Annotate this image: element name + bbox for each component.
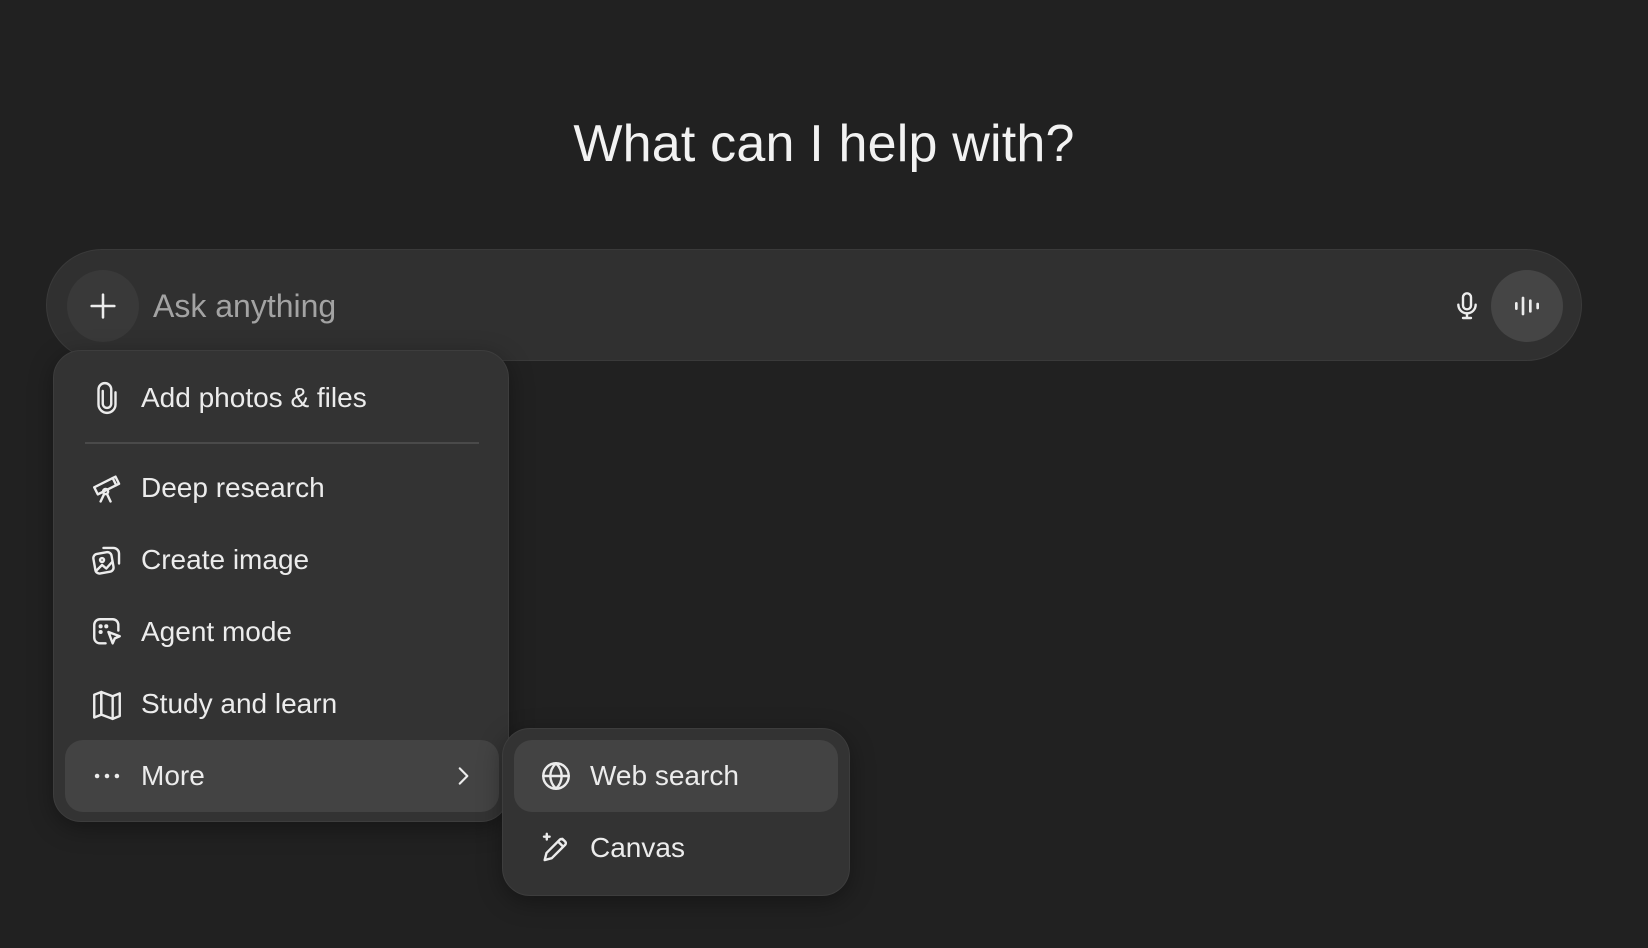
add-button[interactable] (67, 270, 139, 342)
menu-item-study-and-learn[interactable]: Study and learn (65, 668, 499, 740)
prompt-input[interactable] (153, 278, 1403, 334)
voice-mode-button[interactable] (1491, 270, 1563, 342)
microphone-icon (1451, 290, 1483, 322)
menu-item-label: Deep research (141, 472, 325, 503)
dictate-button[interactable] (1435, 274, 1499, 338)
voice-mode-icon (1511, 290, 1543, 322)
globe-icon (536, 756, 576, 796)
page-title: What can I help with? (573, 115, 1075, 173)
menu-item-label: Create image (141, 544, 310, 575)
menu-item-web-search[interactable]: Web search (514, 740, 838, 812)
menu-item-label: Agent mode (141, 616, 292, 647)
more-submenu: Web search Canvas (502, 728, 850, 896)
menu-item-label: More (141, 760, 205, 791)
paperclip-icon (87, 378, 127, 418)
image-icon (87, 540, 127, 580)
agent-cursor-icon (87, 612, 127, 652)
menu-item-label: Canvas (590, 832, 685, 863)
menu-item-deep-research[interactable]: Deep research (65, 452, 499, 524)
menu-item-create-image[interactable]: Create image (65, 524, 499, 596)
book-icon (87, 684, 127, 724)
menu-divider (85, 442, 479, 444)
menu-item-label: Study and learn (141, 688, 338, 719)
prompt-composer (46, 249, 1582, 361)
plus-icon (86, 289, 120, 323)
menu-item-more[interactable]: More (65, 740, 499, 812)
pencil-sparkle-icon (536, 828, 576, 868)
menu-item-label: Add photos & files (141, 382, 367, 413)
attach-menu: Add photos & files Deep research Create … (53, 350, 509, 822)
menu-item-agent-mode[interactable]: Agent mode (65, 596, 499, 668)
chat-home: What can I help with? Ask anything Add p… (0, 0, 1648, 948)
telescope-icon (87, 468, 127, 508)
menu-item-label: Web search (590, 760, 739, 791)
menu-item-canvas[interactable]: Canvas (514, 812, 838, 884)
menu-item-add-photos-files[interactable]: Add photos & files (65, 362, 499, 434)
ellipsis-icon (87, 756, 127, 796)
chevron-right-icon (447, 760, 479, 792)
